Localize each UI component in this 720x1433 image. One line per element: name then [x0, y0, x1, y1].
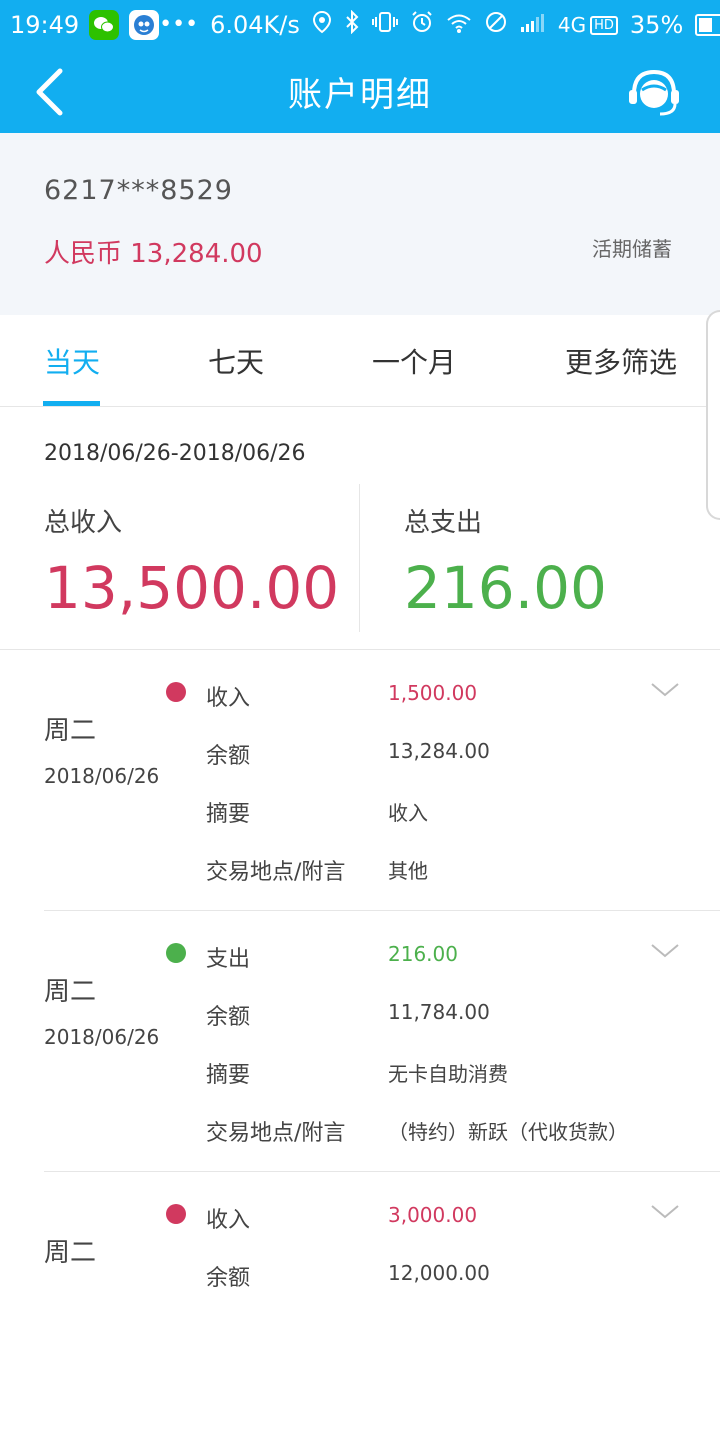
summary-divider: [359, 484, 360, 632]
total-income-label: 总收入: [44, 508, 123, 538]
transaction-weekday: 周二: [44, 1238, 97, 1268]
account-type: 活期储蓄: [592, 237, 672, 261]
transaction-item[interactable]: 周二 收入 3,000.00 余额 12,000.00: [0, 1172, 720, 1433]
title-bar: 账户明细: [0, 50, 720, 133]
balance-value: 12,000.00: [388, 1261, 490, 1285]
bluetooth-icon: [344, 9, 360, 40]
status-bar: 19:49 ••• 6.04K/s 4G HD 35%: [0, 0, 720, 50]
signal-icon: [520, 11, 546, 39]
summary-label: 摘要: [206, 1063, 251, 1088]
battery-level: [699, 18, 713, 32]
place-value: 其他: [388, 859, 428, 883]
date-range: 2018/06/26-2018/06/26: [44, 441, 306, 466]
customer-service-icon: [629, 69, 679, 116]
balance-label: 余额: [206, 744, 251, 769]
battery-percent: 35%: [629, 11, 684, 39]
hd-badge: HD: [590, 15, 618, 35]
total-income-value: 13,500.00: [44, 554, 340, 622]
alarm-icon: [410, 10, 434, 40]
transaction-amount: 1,500.00: [388, 681, 478, 705]
transaction-item[interactable]: 周二 2018/06/26 收入 1,500.00 余额 13,284.00 摘…: [0, 650, 720, 911]
network-type: 4G: [557, 13, 587, 37]
transaction-item[interactable]: 周二 2018/06/26 支出 216.00 余额 11,784.00 摘要 …: [0, 911, 720, 1172]
battery-icon: [695, 14, 720, 36]
no-sim-icon: [484, 10, 508, 40]
balance-value: 11,784.00: [388, 1000, 490, 1024]
account-balance: 人民币 13,284.00: [44, 239, 263, 269]
chevron-down-icon[interactable]: [650, 680, 680, 700]
page-title: 账户明细: [288, 75, 432, 115]
summary-value: 收入: [388, 801, 428, 825]
transaction-weekday: 周二: [44, 977, 97, 1007]
period-tabs: 当天 七天 一个月 更多筛选: [0, 315, 720, 407]
tab-one-month[interactable]: 一个月: [372, 341, 456, 381]
balance-label: 余额: [206, 1005, 251, 1030]
transaction-amount: 3,000.00: [388, 1203, 478, 1227]
chevron-down-icon[interactable]: [650, 1202, 680, 1222]
transaction-type: 收入: [206, 1208, 251, 1233]
back-button[interactable]: [34, 66, 84, 118]
app-notification-icon: [129, 10, 160, 40]
account-card: 6217***8529 人民币 13,284.00 活期储蓄: [0, 133, 720, 315]
customer-service-button[interactable]: [626, 64, 682, 120]
vibrate-icon: [371, 11, 398, 39]
summary-label: 摘要: [206, 802, 251, 827]
transaction-weekday: 周二: [44, 716, 97, 746]
tab-seven-days[interactable]: 七天: [208, 341, 264, 381]
income-dot: [166, 1204, 186, 1224]
transaction-type: 支出: [206, 947, 251, 972]
account-number: 6217***8529: [44, 175, 233, 206]
transaction-date: 2018/06/26: [44, 764, 160, 788]
total-expense-value: 216.00: [404, 554, 607, 622]
place-label: 交易地点/附言: [206, 1121, 346, 1146]
back-arrow-icon: [36, 68, 63, 116]
balance-label: 余额: [206, 1266, 251, 1291]
transaction-amount: 216.00: [388, 942, 458, 966]
balance-value: 13,284.00: [388, 739, 490, 763]
expense-dot: [166, 943, 186, 963]
side-drawer-handle[interactable]: [706, 310, 720, 520]
wechat-icon: [89, 10, 120, 40]
income-dot: [166, 682, 186, 702]
transaction-date: 2018/06/26: [44, 1025, 160, 1049]
location-icon: [312, 10, 332, 40]
more-icon: •••: [159, 12, 199, 37]
wifi-icon: [446, 11, 472, 39]
tab-more-filters[interactable]: 更多筛选: [565, 341, 677, 381]
summary-value: 无卡自助消费: [388, 1062, 508, 1086]
status-time: 19:49: [10, 11, 80, 39]
transaction-type: 收入: [206, 686, 251, 711]
chevron-down-icon[interactable]: [650, 941, 680, 961]
place-label: 交易地点/附言: [206, 860, 346, 885]
place-value: （特约）新跃（代收货款）: [388, 1120, 628, 1144]
total-expense-label: 总支出: [404, 508, 483, 538]
active-tab-indicator: [43, 401, 100, 406]
net-speed: 6.04K/s: [210, 11, 300, 39]
tab-today[interactable]: 当天: [44, 341, 100, 381]
